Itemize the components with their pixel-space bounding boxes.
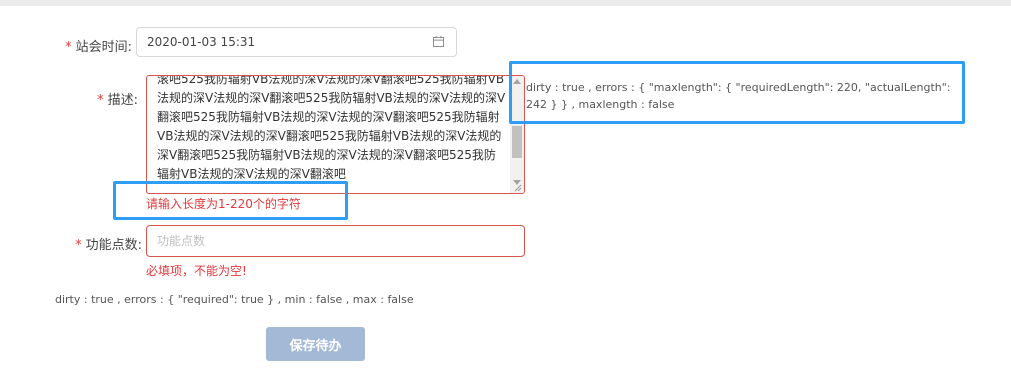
save-todo-button[interactable]: 保存待办 [266, 327, 365, 361]
site-time-label: * 站会时间: [54, 36, 132, 55]
description-text: 滚吧525我防辐射VB法规的深V法规的深V翻滚吧525我防辐射VB法规的深V法规… [157, 75, 506, 181]
function-points-label: * 功能点数: [66, 234, 142, 253]
site-time-value: 2020-01-03 15:31 [147, 35, 256, 49]
required-mark: * [75, 238, 82, 253]
description-label: * 描述: [96, 89, 138, 108]
function-points-error: 必填项，不能为空! [146, 264, 247, 278]
site-time-datepicker[interactable]: 2020-01-03 15:31 [136, 27, 457, 57]
function-points-field[interactable] [146, 225, 525, 257]
description-textarea[interactable]: 滚吧525我防辐射VB法规的深V法规的深V翻滚吧525我防辐射VB法规的深V法规… [146, 75, 525, 194]
required-mark: * [65, 40, 72, 55]
resize-grip-icon[interactable] [514, 184, 522, 192]
calendar-icon[interactable] [433, 36, 444, 47]
scrollbar-thumb[interactable] [512, 126, 522, 158]
description-label-text: 描述: [107, 93, 138, 108]
error-highlight-box [113, 181, 348, 220]
function-points-debug-text: dirty : true , errors : { "required": tr… [55, 293, 414, 306]
required-mark: * [97, 93, 104, 108]
top-bar [0, 0, 1011, 6]
function-points-label-text: 功能点数: [85, 238, 142, 253]
debug-highlight-box [509, 61, 965, 124]
function-points-input[interactable] [157, 234, 497, 248]
site-time-label-text: 站会时间: [75, 40, 132, 55]
